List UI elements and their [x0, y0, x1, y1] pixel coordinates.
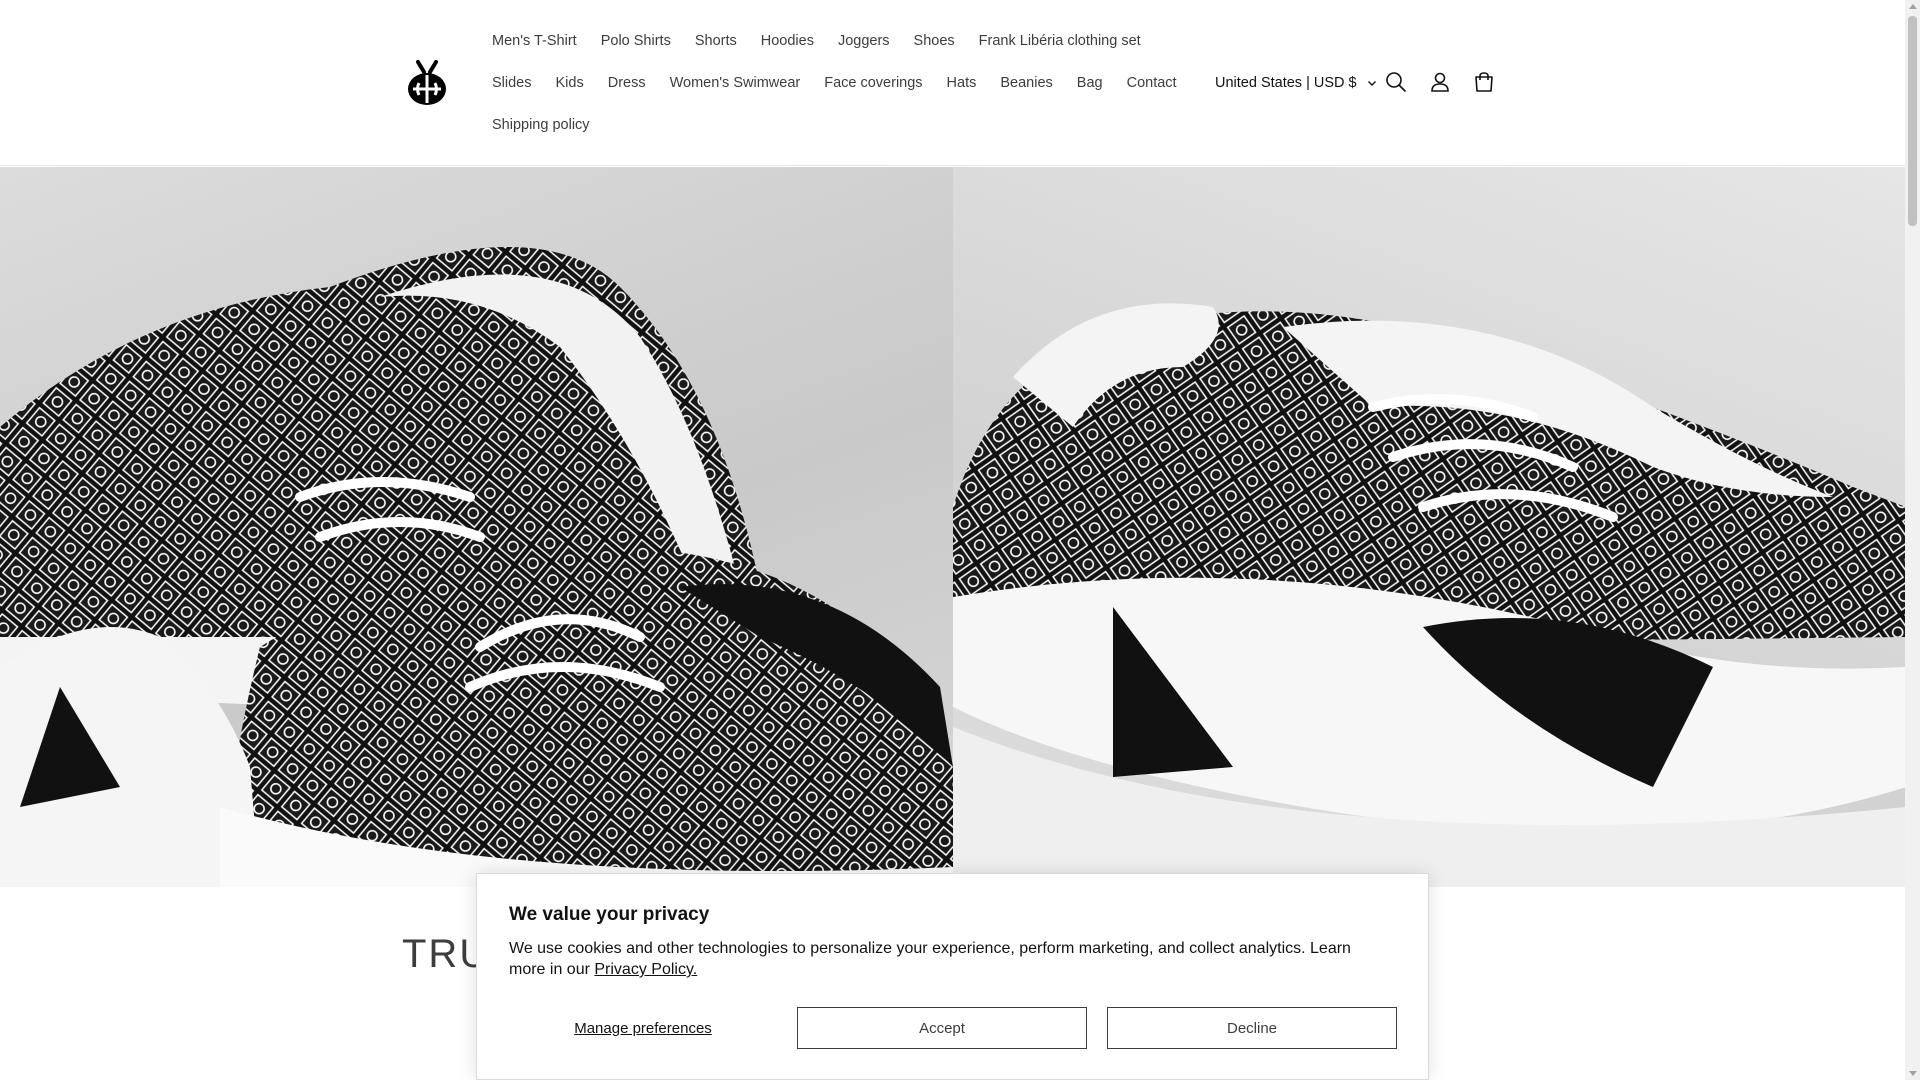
- scrollbar-thumb[interactable]: [1908, 16, 1917, 226]
- nav-link-polo-shirts[interactable]: Polo Shirts: [589, 20, 683, 62]
- account-icon: [1431, 72, 1449, 92]
- accept-button[interactable]: Accept: [797, 1007, 1087, 1049]
- nav-link-womens-swimwear[interactable]: Women's Swimwear: [658, 62, 813, 104]
- logo-icon: [408, 60, 446, 105]
- decline-button[interactable]: Decline: [1107, 1007, 1397, 1049]
- hero-image-right: [952, 167, 1905, 887]
- hero-banner: [0, 167, 1905, 887]
- nav-row: Men's T-Shirt Polo Shirts Shorts Hoodies…: [480, 20, 1153, 62]
- account-button[interactable]: [1424, 66, 1456, 98]
- nav-link-face-coverings[interactable]: Face coverings: [812, 62, 934, 104]
- nav-link-dress[interactable]: Dress: [596, 62, 658, 104]
- hero-image-left: [0, 167, 953, 887]
- sneaker-image: [952, 303, 1905, 887]
- scroll-up-arrow-icon[interactable]: [1909, 4, 1917, 9]
- nav-link-hoodies[interactable]: Hoodies: [749, 20, 826, 62]
- nav-link-clothing-set[interactable]: Frank Libéria clothing set: [967, 20, 1153, 62]
- manage-preferences-button[interactable]: Manage preferences: [509, 1007, 777, 1049]
- nav-link-shipping-policy[interactable]: Shipping policy: [480, 104, 602, 146]
- nav-link-shoes[interactable]: Shoes: [902, 20, 967, 62]
- nav-row: Shipping policy: [480, 104, 602, 146]
- country-currency-selector[interactable]: United States | USD $: [1203, 68, 1389, 98]
- privacy-policy-link[interactable]: Privacy Policy.: [594, 961, 697, 978]
- scroll-down-arrow-icon[interactable]: [1909, 1071, 1917, 1076]
- cookie-banner-actions: Manage preferences Accept Decline: [509, 1007, 1399, 1049]
- nav-link-beanies[interactable]: Beanies: [988, 62, 1064, 104]
- nav-link-kids[interactable]: Kids: [544, 62, 596, 104]
- brand-logo[interactable]: [404, 58, 450, 108]
- search-button[interactable]: [1380, 66, 1412, 98]
- cart-button[interactable]: [1468, 66, 1500, 98]
- nav-link-joggers[interactable]: Joggers: [826, 20, 902, 62]
- cart-icon: [1475, 72, 1493, 92]
- nav-row: Slides Kids Dress Women's Swimwear Face …: [480, 62, 1189, 104]
- cookie-consent-banner: We value your privacy We use cookies and…: [476, 873, 1429, 1080]
- cookie-banner-title: We value your privacy: [509, 904, 710, 925]
- nav-link-hats[interactable]: Hats: [935, 62, 989, 104]
- cookie-banner-text: We use cookies and other technologies to…: [509, 938, 1389, 980]
- page-scrollbar[interactable]: [1905, 0, 1920, 1080]
- sneaker-image: [0, 247, 953, 887]
- nav-link-slides[interactable]: Slides: [480, 62, 544, 104]
- nav-link-shorts[interactable]: Shorts: [683, 20, 749, 62]
- nav-link-mens-tshirt[interactable]: Men's T-Shirt: [480, 20, 589, 62]
- nav-link-bag[interactable]: Bag: [1065, 62, 1115, 104]
- chevron-down-icon: [1367, 81, 1376, 86]
- search-icon: [1386, 72, 1406, 92]
- locale-label: United States | USD $: [1215, 75, 1357, 91]
- nav-link-contact[interactable]: Contact: [1115, 62, 1189, 104]
- site-header: Men's T-Shirt Polo Shirts Shorts Hoodies…: [0, 0, 1905, 166]
